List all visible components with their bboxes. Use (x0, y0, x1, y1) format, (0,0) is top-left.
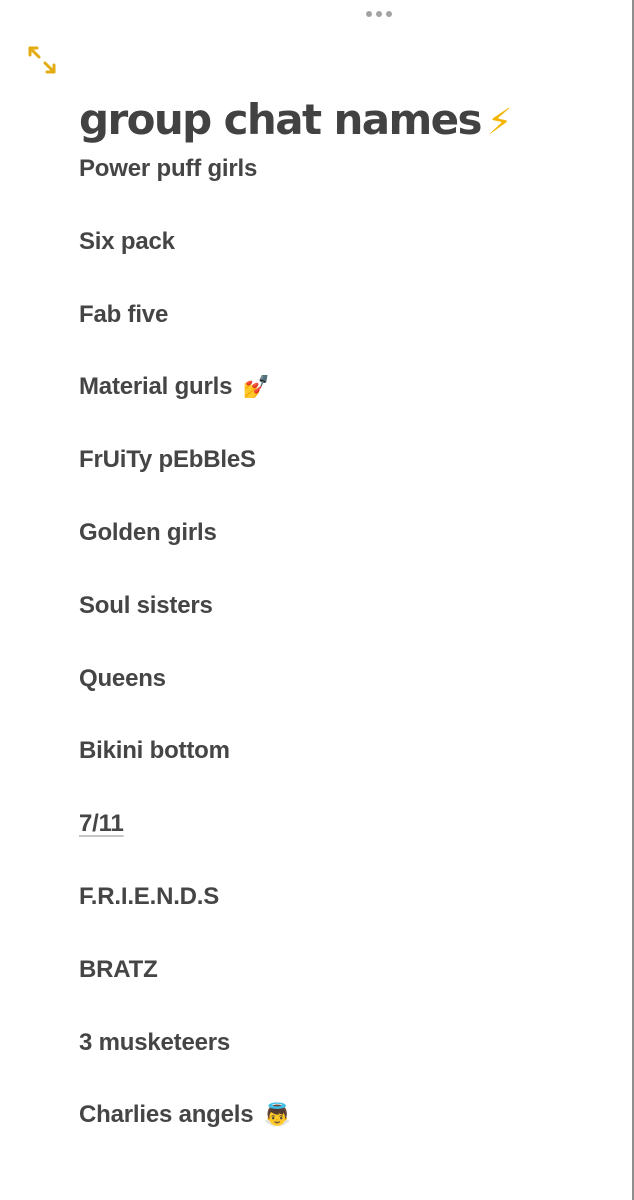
list-item[interactable]: Power puff girls (79, 151, 594, 224)
list-item-text: Charlies angels (79, 1101, 254, 1129)
list-item[interactable]: Bikini bottom (79, 733, 594, 806)
list-item[interactable]: 7/11 (79, 806, 594, 879)
list-item-text: Power puff girls (79, 155, 258, 182)
expand-icon[interactable] (26, 44, 58, 76)
list-item-text: Queens (79, 664, 166, 692)
list-item[interactable]: 3 musketeers (79, 1025, 594, 1098)
list-item-text: F.R.I.E.N.D.S (79, 882, 220, 910)
list-item[interactable]: Material gurls 💅 (79, 369, 594, 442)
note-title[interactable]: group chat names ⚡ (79, 92, 594, 151)
multitasking-menu-button[interactable] (366, 11, 392, 17)
list-item[interactable]: Soul sisters (79, 588, 594, 661)
note-body[interactable]: group chat names ⚡ Power puff girls Six p… (79, 92, 594, 1170)
lightning-bolt-icon: ⚡ (486, 102, 513, 143)
list-item-text: Material gurls (79, 373, 233, 401)
note-title-text: group chat names (79, 95, 483, 144)
list-item[interactable]: Charlies angels 👼 (79, 1097, 594, 1170)
dot-icon (376, 11, 382, 17)
list-item-text: Golden girls (79, 518, 217, 546)
list-item-text: Bikini bottom (79, 737, 230, 765)
list-item[interactable]: Fab five (79, 297, 594, 370)
list-item-text: 3 musketeers (79, 1028, 231, 1056)
list-item[interactable]: Queens (79, 661, 594, 734)
list-item[interactable]: FrUiTy pEbBleS (79, 442, 594, 515)
dot-icon (386, 11, 392, 17)
list-item-text: Fab five (79, 300, 169, 328)
list-item-text: Soul sisters (79, 591, 213, 619)
list-item[interactable]: Golden girls (79, 515, 594, 588)
list-item-text: FrUiTy pEbBleS (79, 446, 256, 474)
list-item-text: BRATZ (79, 955, 158, 983)
list-item[interactable]: BRATZ (79, 952, 594, 1025)
baby-angel-icon: 👼 (263, 1102, 292, 1128)
list-item-text: Six pack (79, 227, 175, 255)
nail-polish-icon: 💅 (242, 374, 270, 400)
list-item[interactable]: Six pack (79, 224, 594, 297)
note-list: Power puff girls Six pack Fab five Mater… (79, 151, 594, 1170)
date-detected-link[interactable]: 7/11 (79, 810, 124, 837)
list-item[interactable]: F.R.I.E.N.D.S (79, 879, 594, 952)
dot-icon (366, 11, 372, 17)
